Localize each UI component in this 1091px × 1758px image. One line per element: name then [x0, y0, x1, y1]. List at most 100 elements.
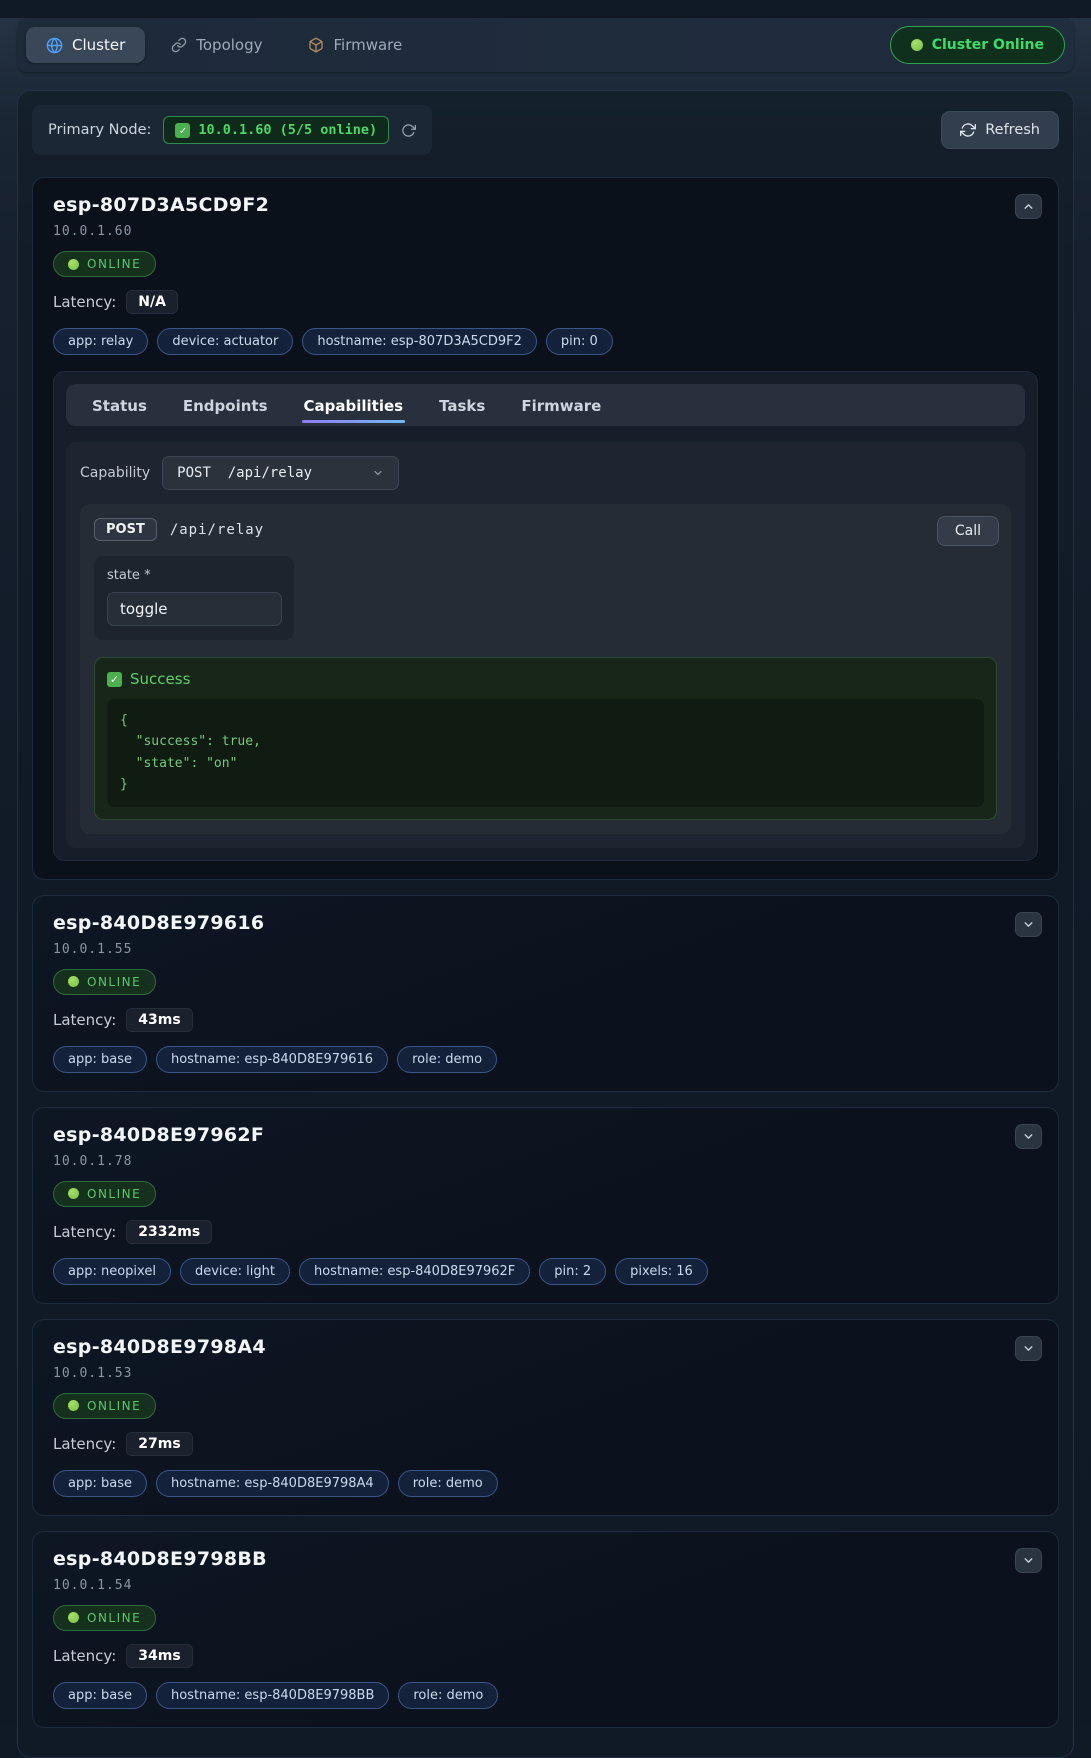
node-tag: device: light: [180, 1258, 290, 1285]
online-label: ONLINE: [87, 1611, 141, 1625]
node-tag: hostname: esp-840D8E97962F: [299, 1258, 530, 1285]
node-name: esp-840D8E9798BB: [53, 1548, 1038, 1570]
endpoint-panel: POST /api/relay Call state * ✓ Success {: [80, 504, 1011, 834]
online-dot-icon: [68, 259, 79, 270]
node-tag: app: base: [53, 1470, 147, 1497]
expand-button[interactable]: [1015, 1336, 1042, 1361]
online-label: ONLINE: [87, 257, 141, 271]
node-name: esp-807D3A5CD9F2: [53, 194, 1038, 216]
param-input[interactable]: [107, 592, 282, 626]
node-tag: role: demo: [398, 1470, 498, 1497]
param-label: state *: [107, 568, 281, 583]
response-json: { "success": true, "state": "on" }: [107, 699, 984, 807]
success-header: ✓ Success: [107, 670, 984, 688]
node-name: esp-840D8E9798A4: [53, 1336, 1038, 1358]
tab-label: Capabilities: [304, 397, 404, 415]
refresh-label: Refresh: [985, 122, 1040, 138]
capability-row: Capability POST /api/relay: [80, 456, 1011, 490]
node-tag: pixels: 16: [615, 1258, 708, 1285]
latency-label: Latency:: [53, 1435, 116, 1453]
node-tag: app: neopixel: [53, 1258, 171, 1285]
online-badge: ONLINE: [53, 1393, 156, 1419]
latency-row: Latency: 43ms: [53, 1008, 1038, 1032]
latency-value: 27ms: [126, 1432, 192, 1456]
top-nav: Cluster Topology Firmware Cluster Online: [17, 18, 1074, 72]
detail-tab-bar: Status Endpoints Capabilities Tasks Firm…: [66, 384, 1025, 426]
tab-label: Status: [92, 397, 147, 415]
latency-value: 34ms: [126, 1644, 192, 1668]
node-card: esp-840D8E9798BB 10.0.1.54 ONLINE Latenc…: [32, 1531, 1059, 1728]
node-ip: 10.0.1.53: [53, 1366, 1038, 1381]
node-tag: app: base: [53, 1682, 147, 1709]
node-tag: role: demo: [398, 1682, 498, 1709]
capability-select[interactable]: POST /api/relay: [162, 456, 399, 490]
nav-tab-cluster[interactable]: Cluster: [26, 27, 145, 63]
primary-node-value: 10.0.1.60 (5/5 online): [198, 122, 377, 138]
latency-value: 43ms: [126, 1008, 192, 1032]
node-tags: app: neopixel device: light hostname: esp-…: [53, 1258, 1038, 1285]
latency-label: Latency:: [53, 1647, 116, 1665]
node-ip: 10.0.1.55: [53, 942, 1038, 957]
check-icon: ✓: [107, 672, 122, 687]
node-tag: pin: 2: [539, 1258, 606, 1285]
latency-value: N/A: [126, 290, 178, 314]
node-card: esp-840D8E97962F 10.0.1.78 ONLINE Latenc…: [32, 1107, 1059, 1304]
node-tags: app: relaydevice: actuatorhostname: esp-…: [53, 328, 1038, 355]
chevron-down-icon: [1022, 1554, 1035, 1567]
success-panel: ✓ Success { "success": true, "state": "o…: [94, 657, 997, 820]
capability-label: Capability: [80, 465, 150, 481]
primary-node-label: Primary Node:: [48, 122, 151, 138]
node-tag: hostname: esp-840D8E9798BB: [156, 1682, 389, 1709]
node-ip: 10.0.1.78: [53, 1154, 1038, 1169]
success-title: Success: [130, 670, 190, 688]
tab-label: Tasks: [439, 397, 485, 415]
capability-selected-value: POST /api/relay: [177, 465, 312, 481]
tab-endpoints[interactable]: Endpoints: [183, 384, 268, 426]
expand-button[interactable]: [1015, 1548, 1042, 1573]
online-label: ONLINE: [87, 1399, 141, 1413]
chevron-down-icon: [1022, 1342, 1035, 1355]
cluster-status-badge: Cluster Online: [890, 26, 1065, 64]
expand-button[interactable]: [1015, 912, 1042, 937]
refresh-button[interactable]: Refresh: [941, 111, 1059, 149]
tab-tasks[interactable]: Tasks: [439, 384, 485, 426]
status-dot-icon: [911, 39, 923, 51]
online-label: ONLINE: [87, 1187, 141, 1201]
online-dot-icon: [68, 1400, 79, 1411]
latency-label: Latency:: [53, 1011, 116, 1029]
nav-tab-topology[interactable]: Topology: [151, 27, 282, 63]
link-icon: [171, 37, 187, 53]
node-ip: 10.0.1.54: [53, 1578, 1038, 1593]
online-badge: ONLINE: [53, 969, 156, 995]
nav-tab-label: Firmware: [333, 36, 402, 54]
expand-button[interactable]: [1015, 1124, 1042, 1149]
nav-tab-firmware[interactable]: Firmware: [288, 27, 422, 63]
collapse-button[interactable]: [1015, 194, 1042, 219]
online-badge: ONLINE: [53, 1605, 156, 1631]
node-tag: hostname: esp-840D8E979616: [156, 1046, 388, 1073]
tab-status[interactable]: Status: [92, 384, 147, 426]
tab-firmware[interactable]: Firmware: [521, 384, 601, 426]
param-field-box: state *: [94, 556, 294, 640]
nav-tab-label: Cluster: [72, 36, 125, 54]
mini-refresh-icon[interactable]: [401, 123, 416, 138]
chevron-down-icon: [372, 467, 384, 479]
call-button[interactable]: Call: [937, 516, 999, 546]
online-badge: ONLINE: [53, 251, 156, 277]
capabilities-panel: Capability POST /api/relay POST /api/rel…: [66, 442, 1025, 848]
node-ip: 10.0.1.60: [53, 224, 1038, 239]
tab-capabilities[interactable]: Capabilities: [304, 384, 404, 426]
latency-row: Latency: 2332ms: [53, 1220, 1038, 1244]
latency-label: Latency:: [53, 1223, 116, 1241]
latency-label: Latency:: [53, 293, 116, 311]
primary-node-bar: Primary Node: ✓ 10.0.1.60 (5/5 online) R…: [32, 105, 1059, 155]
node-tag: device: actuator: [157, 328, 293, 355]
check-icon: ✓: [175, 123, 190, 138]
node-tag: app: relay: [53, 328, 148, 355]
latency-row: Latency: 34ms: [53, 1644, 1038, 1668]
method-badge: POST: [94, 518, 157, 541]
online-dot-icon: [68, 976, 79, 987]
cluster-status-label: Cluster Online: [932, 37, 1044, 53]
node-tag: pin: 0: [546, 328, 613, 355]
online-label: ONLINE: [87, 975, 141, 989]
